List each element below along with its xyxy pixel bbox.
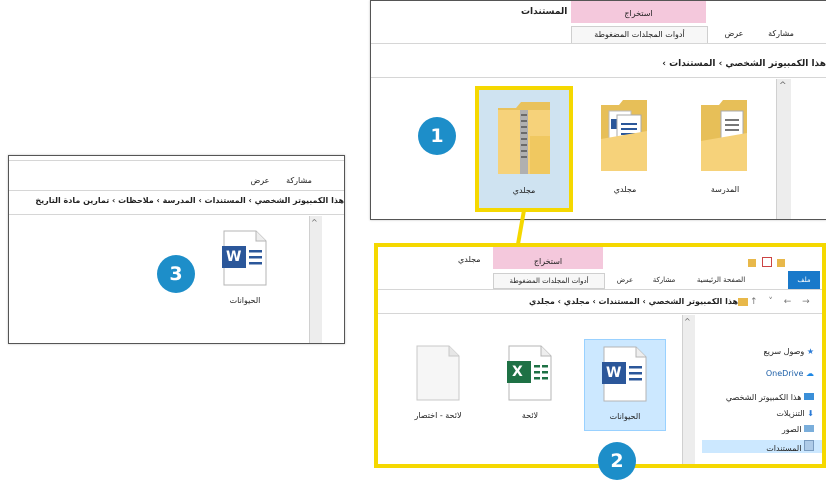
zip-folder-icon xyxy=(498,102,550,174)
tab-compressed-tools[interactable]: أدوات المجلدات المضغوطة xyxy=(493,273,605,289)
word-glyph: W xyxy=(606,365,622,381)
sidebar-item-label: المستندات xyxy=(766,444,802,453)
tab-view[interactable]: عرض xyxy=(245,176,275,185)
nav-arrows[interactable]: ↑ ˅ ← → xyxy=(750,297,814,307)
scrollbar[interactable] xyxy=(776,79,791,219)
history-exercises-window: مشاركة عرض هذا الكمبيوتر الشخصي › المستن… xyxy=(8,155,345,344)
monitor-icon xyxy=(804,393,814,400)
tab-share[interactable]: مشاركة xyxy=(646,276,682,284)
sidebar-item-label: التنزيلات xyxy=(776,409,805,418)
address-divider xyxy=(371,77,826,78)
school-folder-item[interactable]: المدرسة xyxy=(685,93,765,203)
tab-compressed-tools[interactable]: أدوات المجلدات المضغوطة xyxy=(571,26,708,43)
tab-share[interactable]: مشاركة xyxy=(279,176,319,185)
address-path: هذا الكمبيوتر الشخصي › المستندات › xyxy=(662,59,826,69)
excel-glyph: X xyxy=(512,364,523,380)
item-label: الحيوانات xyxy=(229,296,261,305)
tab-view[interactable]: عرض xyxy=(719,29,749,38)
item-label: المدرسة xyxy=(710,185,740,194)
folder-item[interactable]: مجلدي xyxy=(585,93,665,203)
extract-tab[interactable]: استخراج xyxy=(571,1,706,23)
item-label: الحيوانات xyxy=(609,412,641,421)
ribbon-divider xyxy=(378,289,822,290)
scrollbar[interactable] xyxy=(682,315,695,464)
sidebar-item-label: OneDrive xyxy=(765,369,804,378)
scroll-up-icon[interactable]: ^ xyxy=(311,218,318,227)
ribbon-divider xyxy=(9,190,344,191)
tab-view[interactable]: عرض xyxy=(612,276,638,284)
sidebar-item-downloads[interactable]: ⬇ التنزيلات xyxy=(776,409,814,418)
documents-icon xyxy=(804,440,814,451)
sidebar-item-onedrive[interactable]: OneDrive ☁ xyxy=(766,369,814,378)
blank-document-icon xyxy=(416,345,460,401)
star-icon: ★ xyxy=(806,347,814,356)
sidebar-item-label: الصور xyxy=(781,425,802,434)
excel-file-item[interactable]: X لائحة xyxy=(490,339,570,429)
title-divider xyxy=(9,160,344,161)
cloud-icon: ☁ xyxy=(806,369,814,378)
folder-small-icon xyxy=(738,298,748,306)
folder-icon xyxy=(701,100,747,171)
documents-window: المستندات استخراج أدوات المجلدات المضغوط… xyxy=(370,0,826,220)
item-label: مجلدي xyxy=(512,186,536,195)
sidebar-item-label: وصول سريع xyxy=(763,347,805,356)
sidebar-item-pictures[interactable]: الصور xyxy=(782,425,814,434)
item-label: لائحة - اختصار xyxy=(414,411,462,420)
quick-access-toolbar[interactable] xyxy=(748,257,818,269)
scroll-up-icon[interactable]: ^ xyxy=(779,81,787,91)
address-path: هذا الكمبيوتر الشخصي › المستندات › المدر… xyxy=(35,196,344,205)
address-path: هذا الكمبيوتر الشخصي › المستندات › مجلدي… xyxy=(528,297,738,306)
item-label: لائحة xyxy=(521,411,539,420)
address-divider xyxy=(378,313,822,314)
window-title: مجلدي xyxy=(458,255,481,264)
sidebar-item-label: هذا الكمبيوتر الشخصي xyxy=(725,393,802,402)
word-file-item[interactable]: W الحيوانات xyxy=(584,339,666,431)
shortcut-file-item[interactable]: لائحة - اختصار xyxy=(398,339,478,429)
word-file-item[interactable]: W الحيوانات xyxy=(205,224,285,314)
tab-share[interactable]: مشاركة xyxy=(761,29,801,38)
sidebar-item-documents[interactable]: المستندات xyxy=(702,440,822,453)
tab-home[interactable]: الصفحة الرئيسية xyxy=(690,276,752,284)
scroll-up-icon[interactable]: ^ xyxy=(684,317,691,326)
callout-badge-2: 2 xyxy=(598,442,636,480)
address-bar[interactable]: هذا الكمبيوتر الشخصي › المستندات › مجلدي… xyxy=(448,297,738,306)
address-bar[interactable]: هذا الكمبيوتر الشخصي › المستندات › xyxy=(601,59,826,69)
callout-badge-1: 1 xyxy=(418,117,456,155)
sidebar-item-this-pc[interactable]: هذا الكمبيوتر الشخصي xyxy=(726,393,814,402)
extract-tab[interactable]: استخراج xyxy=(493,247,603,269)
item-label: مجلدي xyxy=(613,185,637,194)
sidebar-item-quick-access[interactable]: ★ وصول سريع xyxy=(764,347,814,356)
download-icon: ⬇ xyxy=(807,409,814,418)
ribbon-divider xyxy=(371,43,826,44)
scrollbar[interactable] xyxy=(309,216,322,343)
pictures-icon xyxy=(804,425,814,432)
tab-file[interactable]: ملف xyxy=(788,271,820,289)
folder-docs-icon xyxy=(601,100,647,171)
word-glyph: W xyxy=(226,249,242,265)
window-title: المستندات xyxy=(521,7,568,17)
zip-folder-item[interactable]: مجلدي xyxy=(475,86,573,212)
address-bar[interactable]: هذا الكمبيوتر الشخصي › المستندات › المدر… xyxy=(9,196,344,205)
callout-badge-3: 3 xyxy=(157,255,195,293)
my-folder-window: مجلدي استخراج أدوات المجلدات المضغوطة عر… xyxy=(374,243,826,468)
address-divider xyxy=(9,214,344,215)
